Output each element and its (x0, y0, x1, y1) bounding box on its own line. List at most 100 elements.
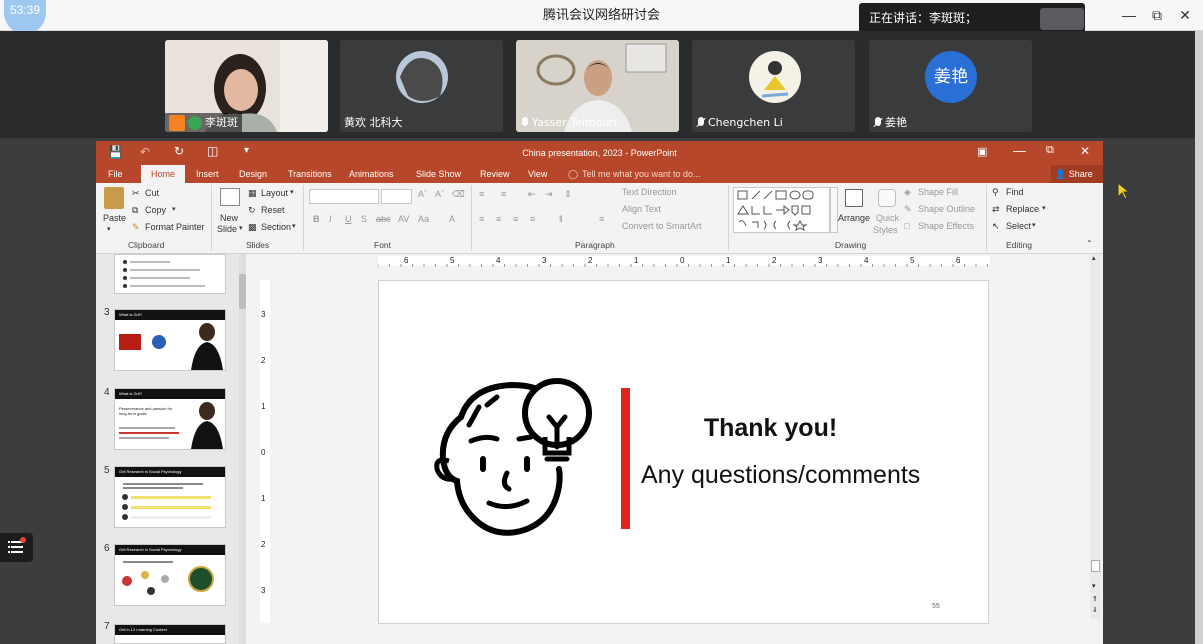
columns-icon[interactable]: ‖ (559, 214, 563, 224)
slide-scrollbar[interactable]: ▴ ▾ ⇑ ⇓ (1090, 254, 1101, 619)
align-center-icon[interactable]: ≡ (496, 214, 501, 224)
quick-styles-button-2[interactable]: Styles (873, 225, 898, 235)
paste-icon[interactable] (104, 187, 124, 209)
find-button[interactable]: Find (1006, 187, 1024, 197)
bullets-icon[interactable]: ≡ (479, 189, 484, 199)
scroll-down-icon[interactable]: ▾ (1092, 582, 1096, 590)
next-slide-icon[interactable]: ⇓ (1092, 606, 1098, 614)
pp-restore-button[interactable]: ⧉ (1046, 144, 1054, 157)
section-button[interactable]: Section (261, 222, 291, 232)
copy-dropdown-icon[interactable]: ▾ (172, 205, 176, 213)
paragraph-settings-icon[interactable]: ≡ (599, 214, 604, 224)
italic-icon[interactable]: I (329, 214, 332, 224)
align-text-button[interactable]: Align Text (622, 204, 661, 214)
quick-styles-icon[interactable] (878, 189, 896, 207)
shapes-gallery-scroll[interactable] (830, 187, 838, 233)
scroll-thumb[interactable] (1091, 560, 1100, 572)
new-slide-button-2[interactable]: Slide (217, 224, 237, 234)
participant-tile[interactable]: Yasser Teimouri (516, 40, 679, 132)
copy-button[interactable]: Copy (145, 205, 166, 215)
layout-button[interactable]: Layout (261, 188, 288, 198)
slide-thumbnail[interactable]: Grit in L2 Learning Context (114, 624, 226, 644)
participant-tile[interactable]: 姜艳 姜艳 (869, 40, 1032, 132)
slide-thumbnail[interactable]: What is Grit? Perseverance and passion f… (114, 388, 226, 450)
font-size-box[interactable] (381, 189, 412, 204)
tab-transitions[interactable]: Transitions (288, 165, 332, 183)
layout-icon[interactable]: ▦ (248, 188, 257, 199)
tell-me-box[interactable]: Tell me what you want to do... (582, 165, 701, 183)
new-slide-button[interactable]: New (220, 213, 238, 223)
reset-button[interactable]: Reset (261, 205, 285, 215)
share-button[interactable]: 👤 Share (1051, 165, 1103, 183)
tab-insert[interactable]: Insert (196, 165, 219, 183)
shape-effects-button[interactable]: Shape Effects (918, 221, 974, 231)
tab-review[interactable]: Review (480, 165, 510, 183)
find-icon[interactable]: ⚲ (992, 187, 999, 198)
slide-canvas[interactable]: Thank you! Any questions/comments 55 (378, 280, 989, 624)
underline-icon[interactable]: U (345, 214, 352, 224)
arrange-icon[interactable] (845, 189, 863, 207)
thumbnails-scroll-thumb[interactable] (239, 274, 246, 309)
increase-font-icon[interactable]: Aˆ (418, 189, 427, 199)
shapes-gallery[interactable] (733, 187, 830, 233)
reset-icon[interactable]: ↻ (248, 205, 256, 216)
previous-slide-icon[interactable]: ⇑ (1092, 595, 1098, 603)
cut-button[interactable]: Cut (145, 188, 159, 198)
close-button[interactable]: ✕ (1168, 0, 1202, 31)
pp-minimize-button[interactable]: — (1013, 143, 1026, 158)
scroll-up-icon[interactable]: ▴ (1092, 254, 1096, 262)
change-case-icon[interactable]: Aa (418, 214, 429, 224)
align-right-icon[interactable]: ≡ (513, 214, 518, 224)
participant-tile[interactable]: 黄欢 北科大 (340, 40, 503, 132)
menu-list-button[interactable] (0, 533, 33, 562)
increase-indent-icon[interactable]: ⇥ (545, 189, 553, 200)
bold-icon[interactable]: B (313, 214, 320, 224)
section-icon[interactable]: ▩ (248, 222, 257, 233)
new-slide-dropdown-icon[interactable]: ▾ (239, 224, 243, 232)
slide-thumbnail[interactable]: Grit Research in Social Psychology (114, 544, 226, 606)
align-left-icon[interactable]: ≡ (479, 214, 484, 224)
tab-view[interactable]: View (528, 165, 547, 183)
shape-outline-icon[interactable]: ✎ (904, 204, 912, 215)
character-spacing-icon[interactable]: AV (398, 214, 409, 224)
font-color-icon[interactable]: A (449, 214, 455, 224)
justify-icon[interactable]: ≡ (530, 214, 535, 224)
shape-outline-button[interactable]: Shape Outline (918, 204, 975, 214)
select-button[interactable]: Select (1006, 221, 1031, 231)
thumbnails-scrollbar[interactable] (239, 254, 246, 644)
cut-icon[interactable]: ✂ (132, 188, 140, 199)
replace-dropdown-icon[interactable]: ▾ (1042, 204, 1046, 212)
new-slide-icon[interactable] (220, 188, 240, 206)
replace-button[interactable]: Replace (1006, 204, 1039, 214)
quick-styles-button[interactable]: Quick (876, 213, 899, 223)
participant-tile[interactable]: Chengchen Li (692, 40, 855, 132)
format-painter-icon[interactable]: ✎ (132, 222, 140, 233)
font-name-box[interactable] (309, 189, 379, 204)
numbering-icon[interactable]: ≡ (501, 189, 506, 199)
select-dropdown-icon[interactable]: ▾ (1032, 221, 1036, 229)
shadow-icon[interactable]: S (361, 214, 367, 224)
text-direction-button[interactable]: Text Direction (622, 187, 677, 197)
shape-effects-icon[interactable]: □ (904, 221, 909, 231)
layout-dropdown-icon[interactable]: ▾ (290, 188, 294, 196)
arrange-button[interactable]: Arrange (838, 213, 870, 223)
collapse-ribbon-icon[interactable]: ⌃ (1086, 239, 1093, 248)
tab-slide-show[interactable]: Slide Show (416, 165, 461, 183)
line-spacing-icon[interactable]: ⇕ (564, 189, 572, 200)
copy-icon[interactable]: ⧉ (132, 205, 138, 216)
tab-home[interactable]: Home (141, 165, 185, 183)
paste-dropdown-icon[interactable]: ▾ (107, 225, 111, 233)
convert-smartart-button[interactable]: Convert to SmartArt (622, 221, 702, 231)
slide-thumbnail[interactable]: Grit Research in Social Psychology (114, 466, 226, 528)
tab-animations[interactable]: Animations (349, 165, 394, 183)
pp-close-button[interactable]: ✕ (1080, 144, 1090, 158)
slide-thumbnail[interactable] (114, 254, 226, 294)
tab-design[interactable]: Design (239, 165, 267, 183)
tab-file[interactable]: File (108, 165, 123, 183)
strikethrough-icon[interactable]: abc (376, 214, 391, 224)
section-dropdown-icon[interactable]: ▾ (292, 222, 296, 230)
shape-fill-icon[interactable]: ◈ (904, 187, 911, 198)
participant-tile[interactable]: 李斑斑 (165, 40, 328, 132)
replace-icon[interactable]: ⇄ (992, 204, 1000, 215)
slide-thumbnail[interactable]: What is Grit? (114, 309, 226, 371)
